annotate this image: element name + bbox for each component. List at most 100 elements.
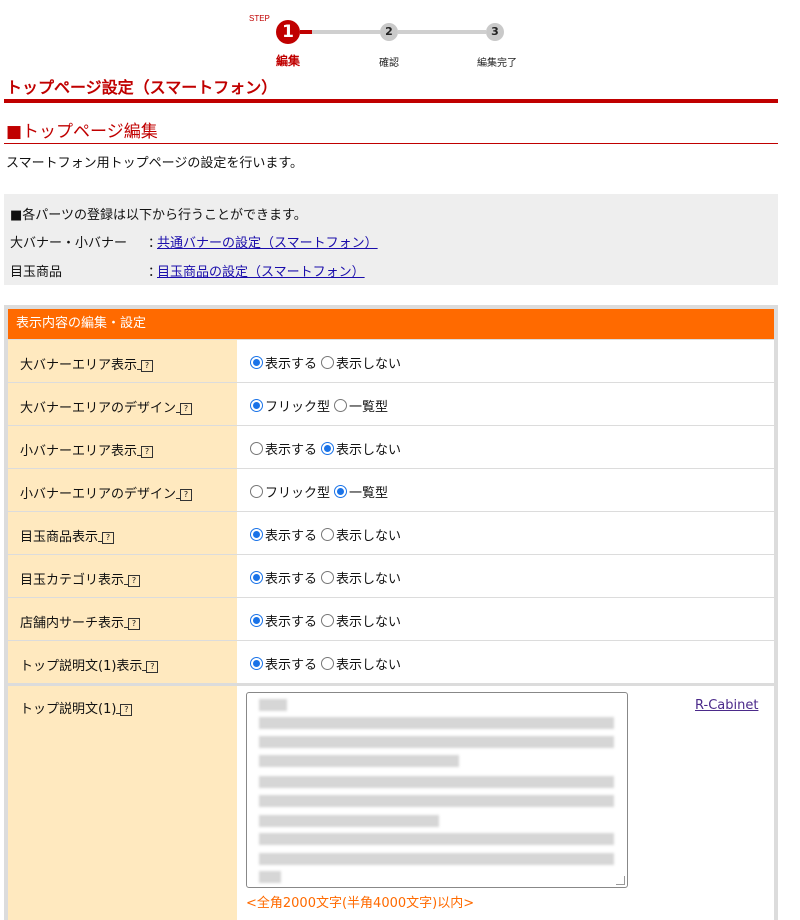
setting-row: 小バナーエリア表示? 表示する 表示しない xyxy=(8,426,774,468)
blurred-text xyxy=(259,776,614,788)
radio-button[interactable] xyxy=(250,528,263,541)
radio-label[interactable]: 表示しない xyxy=(336,357,401,372)
radio-option[interactable]: 表示する xyxy=(250,356,317,372)
radio-button[interactable] xyxy=(334,485,348,498)
radio-option[interactable]: 表示しない xyxy=(321,657,401,673)
setting-row: 目玉商品表示? 表示する 表示しない xyxy=(8,512,774,554)
blurred-text xyxy=(259,871,281,883)
parts-row-label: 目玉商品 xyxy=(10,265,63,280)
help-icon[interactable]: ? xyxy=(124,574,141,587)
radio-label[interactable]: 表示しない xyxy=(336,615,401,630)
radio-button[interactable] xyxy=(334,399,348,412)
radio-option[interactable]: 表示しない xyxy=(321,442,401,458)
section-title: ■トップページ編集 xyxy=(6,122,158,142)
description-label-cell: トップ説明文(1)? xyxy=(8,686,237,920)
radio-option[interactable]: 表示しない xyxy=(321,528,401,544)
description-row: トップ説明文(1)? R-Cabinet <全角2000文字(半角4000文字)… xyxy=(8,686,774,920)
parts-heading: ■各パーツの登録は以下から行うことができます。 xyxy=(10,208,307,223)
setting-label: 大バナーエリア表示 xyxy=(20,358,138,373)
radio-label[interactable]: 表示する xyxy=(265,529,317,544)
setting-options: 表示する 表示しない xyxy=(250,568,405,587)
step-word: STEP xyxy=(249,14,270,23)
parts-row-label: 大バナー・小バナー xyxy=(10,236,128,251)
step-1-label: 編集 xyxy=(275,54,300,68)
setting-row: 店舗内サーチ表示? 表示する 表示しない xyxy=(8,598,774,640)
radio-option[interactable]: 表示する xyxy=(250,657,317,673)
setting-label: 大バナーエリアのデザイン xyxy=(20,401,177,416)
blurred-text xyxy=(259,815,439,827)
radio-label[interactable]: 表示する xyxy=(265,572,317,587)
radio-option[interactable]: 表示する xyxy=(250,571,317,587)
radio-button[interactable] xyxy=(250,614,263,627)
radio-label[interactable]: 表示する xyxy=(265,658,317,673)
radio-option[interactable]: 表示する xyxy=(250,528,317,544)
step-connector-active xyxy=(300,30,312,34)
radio-label[interactable]: 表示する xyxy=(265,357,317,372)
radio-button[interactable] xyxy=(321,442,335,455)
blurred-text xyxy=(259,699,287,711)
step-connector xyxy=(398,30,486,34)
radio-option[interactable]: 表示しない xyxy=(321,614,401,630)
radio-label[interactable]: 表示しない xyxy=(336,443,401,458)
help-icon[interactable]: ? xyxy=(176,402,193,415)
radio-button[interactable] xyxy=(321,657,335,670)
radio-label[interactable]: 一覧型 xyxy=(349,400,388,415)
radio-option[interactable]: 一覧型 xyxy=(334,485,388,501)
step-3-label: 編集完了 xyxy=(477,58,517,69)
radio-option[interactable]: 表示しない xyxy=(321,356,401,372)
char-limit-note: <全角2000文字(半角4000文字)以内> xyxy=(246,896,475,911)
radio-button[interactable] xyxy=(321,528,335,541)
radio-button[interactable] xyxy=(250,442,263,455)
radio-label[interactable]: フリック型 xyxy=(265,400,330,415)
common-banner-settings-link[interactable]: 共通バナーの設定（スマートフォン） xyxy=(157,232,378,251)
step-2-label: 確認 xyxy=(379,58,399,69)
featured-item-settings-link[interactable]: 目玉商品の設定（スマートフォン） xyxy=(157,261,365,280)
radio-button[interactable] xyxy=(250,571,263,584)
radio-button[interactable] xyxy=(321,571,335,584)
help-icon[interactable]: ? xyxy=(98,531,115,544)
radio-label[interactable]: 表示しない xyxy=(336,572,401,587)
radio-label[interactable]: 表示しない xyxy=(336,529,401,544)
blurred-text xyxy=(259,795,614,807)
radio-option[interactable]: 表示する xyxy=(250,614,317,630)
help-icon[interactable]: ? xyxy=(124,617,141,630)
description-textarea[interactable] xyxy=(246,692,628,888)
radio-option[interactable]: 表示しない xyxy=(321,571,401,587)
help-icon[interactable]: ? xyxy=(142,660,159,673)
radio-label[interactable]: フリック型 xyxy=(265,486,330,501)
r-cabinet-link[interactable]: R-Cabinet xyxy=(695,698,758,713)
setting-options: フリック型 一覧型 xyxy=(250,482,392,501)
radio-label[interactable]: 表示する xyxy=(265,443,317,458)
setting-options: 表示する 表示しない xyxy=(250,611,405,630)
help-icon[interactable]: ? xyxy=(116,703,133,716)
radio-button[interactable] xyxy=(250,399,263,412)
setting-label: 小バナーエリア表示 xyxy=(20,444,138,459)
radio-option[interactable]: 一覧型 xyxy=(334,399,388,415)
setting-options: フリック型 一覧型 xyxy=(250,396,392,415)
setting-label-cell: 店舗内サーチ表示? xyxy=(8,598,237,640)
radio-label[interactable]: 表示する xyxy=(265,615,317,630)
radio-button[interactable] xyxy=(321,356,335,369)
setting-options: 表示する 表示しない xyxy=(250,439,405,458)
resize-handle[interactable] xyxy=(616,876,625,885)
help-icon[interactable]: ? xyxy=(176,488,193,501)
radio-button[interactable] xyxy=(250,356,263,369)
blurred-text xyxy=(259,755,459,767)
setting-label-cell: トップ説明文(1)表示? xyxy=(8,641,237,683)
radio-option[interactable]: フリック型 xyxy=(250,485,330,501)
setting-label-cell: 大バナーエリア表示? xyxy=(8,340,237,382)
setting-label: 目玉カテゴリ表示 xyxy=(20,573,125,588)
radio-label[interactable]: 一覧型 xyxy=(349,486,388,501)
radio-option[interactable]: フリック型 xyxy=(250,399,330,415)
radio-button[interactable] xyxy=(250,657,263,670)
radio-label[interactable]: 表示しない xyxy=(336,658,401,673)
help-icon[interactable]: ? xyxy=(137,359,154,372)
radio-button[interactable] xyxy=(321,614,335,627)
radio-button[interactable] xyxy=(250,485,263,498)
help-icon[interactable]: ? xyxy=(137,445,154,458)
step-connector xyxy=(312,30,380,34)
setting-label: 店舗内サーチ表示 xyxy=(20,616,125,631)
setting-label: 小バナーエリアのデザイン xyxy=(20,487,177,502)
setting-row: 目玉カテゴリ表示? 表示する 表示しない xyxy=(8,555,774,597)
radio-option[interactable]: 表示する xyxy=(250,442,317,458)
